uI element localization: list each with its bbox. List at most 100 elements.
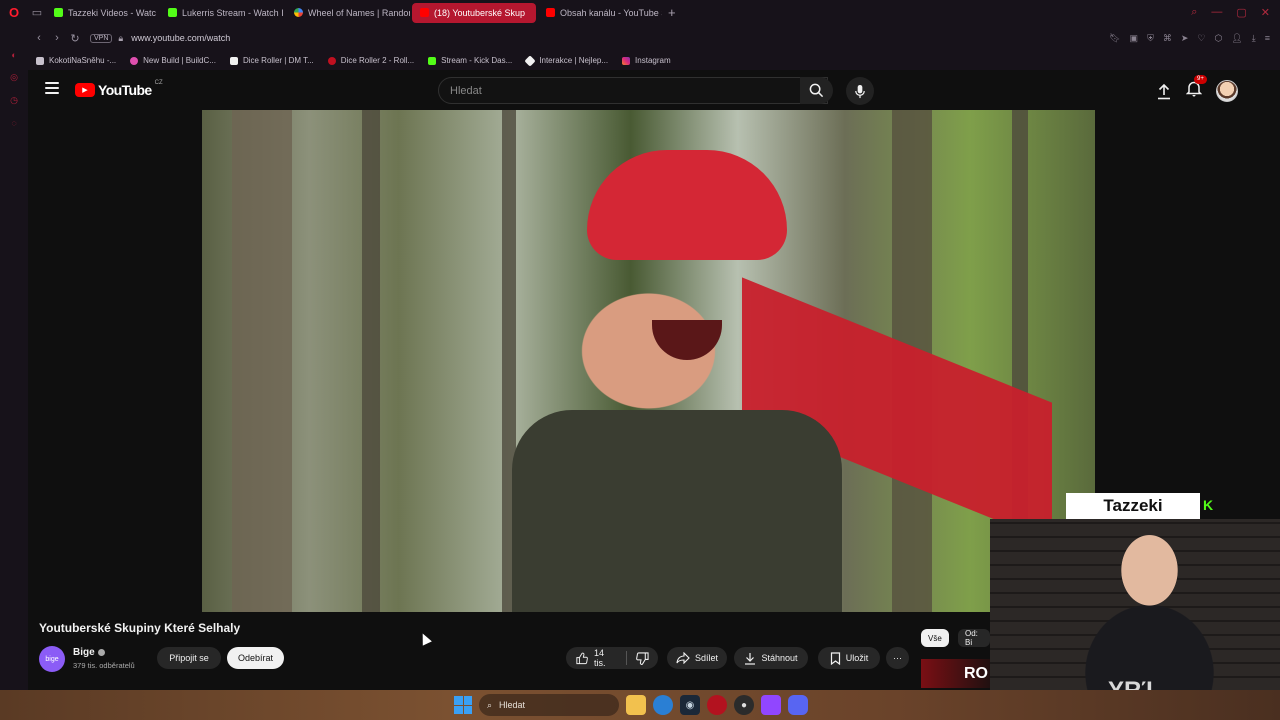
vpn-badge[interactable]: VPN [90,33,113,43]
bookmark-item[interactable]: Instagram [622,56,671,65]
taskbar-search-placeholder: Hledat [499,700,526,710]
translate-icon[interactable]: ⌘ [1163,33,1172,44]
video-title: Youtuberské Skupiny Které Selhaly [39,621,241,635]
youtube-favicon-icon [420,8,429,17]
bookmark-item[interactable]: Stream - Kick Das... [428,56,512,65]
search-input[interactable] [450,84,750,97]
tab-youtube-active[interactable]: (18) Youtuberské Skup [412,2,536,23]
bookmark-item[interactable]: Interakce | Nejlep... [524,54,608,67]
more-actions-button[interactable]: ··· [886,647,909,669]
flow-send-icon[interactable]: ➤ [1181,33,1189,44]
youtube-header: ▶ YouTube CZ 9+ [28,70,1280,110]
recommended-thumbnail[interactable]: RO [921,659,990,688]
search-field[interactable] [438,77,828,104]
history-icon[interactable]: ◷ [10,95,18,106]
channel-name[interactable]: Bige [73,647,105,658]
bookmark-item[interactable]: Dice Roller | DM T... [229,56,314,65]
extensions-icon[interactable]: ⬡ [1214,33,1222,44]
windows-taskbar: ⌕ Hledat ◉ ● [0,690,1280,720]
opera-icon[interactable] [707,695,727,715]
wheel-favicon-icon [294,8,303,17]
search-button[interactable] [800,77,833,104]
url-field[interactable]: www.youtube.com/watch [131,33,230,43]
adblock-shield-icon[interactable]: ⛨ [1147,33,1154,44]
bookmarks-bar: KokotiNaSněhu -... New Build | BuildC...… [28,51,1280,70]
instagram-icon [622,56,631,65]
shirt-print: ΥRΊ [1108,677,1153,690]
account-avatar[interactable] [1216,80,1238,102]
minimize-icon[interactable]: — [1211,6,1222,19]
chip-all[interactable]: Vše [921,629,949,647]
bookmark-label: Stream - Kick Das... [441,56,513,65]
subscribe-button[interactable]: Odebírat [227,647,284,669]
dislike-button[interactable] [627,651,658,665]
thumbs-down-icon [636,651,649,665]
snapshot-icon[interactable]: ▣ [1130,33,1139,44]
bookmark-item[interactable]: Dice Roller 2 - Roll... [327,56,415,65]
address-bar: ‹ › ↻ VPN 🔒︎ www.youtube.com/watch 🔖︎ ▣ … [0,25,1280,51]
like-button[interactable]: 14 tis. [566,648,626,668]
share-label: Sdílet [694,653,718,663]
chip-from-channel[interactable]: Od: Bi [958,629,990,647]
tab-label: Lukerris Stream - Watch I [182,7,284,18]
discord-icon[interactable] [788,695,808,715]
hamburger-menu-icon[interactable] [45,82,59,94]
tab-youtube-studio[interactable]: Obsah kanálu - YouTube S [538,3,662,23]
share-button[interactable]: Sdílet [667,647,727,669]
download-button[interactable]: Stáhnout [734,647,808,669]
channel-avatar[interactable]: bige [39,646,65,672]
search-tabs-icon[interactable]: ⌕ [1191,6,1197,19]
video-frame-tree [362,110,380,612]
heart-icon[interactable]: ♡ [1197,33,1205,44]
maximize-icon[interactable]: ▢ [1236,6,1246,19]
forward-icon[interactable]: › [48,32,66,44]
pinboard-icon[interactable]: ◌ [11,118,16,128]
download-arrow-icon [745,652,756,665]
bookmark-item[interactable]: KokotiNaSněhu -... [36,56,116,65]
microphone-icon [855,84,865,98]
save-bookmark-icon [830,651,840,665]
profile-icon[interactable]: 👤︎ [1231,33,1242,44]
bookmark-favicon-icon [36,56,44,65]
new-tab-button[interactable]: + [668,5,676,20]
obs-icon[interactable]: ● [734,695,754,715]
tab-wheel-of-names[interactable]: Wheel of Names | Random [286,3,410,23]
twitch-icon[interactable] [761,695,781,715]
steam-icon[interactable]: ◉ [680,695,700,715]
back-icon[interactable]: ‹ [30,32,48,44]
download-icon[interactable]: ⤓ [1252,33,1256,44]
bookmark-icon[interactable]: 🔖︎ [1109,33,1120,44]
notifications-button[interactable]: 9+ [1185,75,1207,102]
channel-name-text: Bige [73,647,95,658]
tab-menu-icon[interactable]: ▭ [28,6,46,19]
opera-logo-icon[interactable]: O [0,5,28,20]
tab-lukerris-stream[interactable]: Lukerris Stream - Watch I [160,3,284,23]
close-icon[interactable]: ✕ [1261,6,1270,19]
file-explorer-icon[interactable] [626,695,646,715]
upload-icon[interactable] [1156,83,1172,100]
windows-start-icon[interactable] [454,696,472,714]
join-button[interactable]: Připojit se [157,647,221,669]
bookmark-item[interactable]: New Build | BuildC... [130,56,216,65]
edge-icon[interactable] [653,695,673,715]
taskbar-search[interactable]: ⌕ Hledat [479,694,619,716]
youtube-logo[interactable]: ▶ YouTube CZ [75,80,163,98]
easy-setup-icon[interactable]: ≡ [1265,33,1270,44]
aria-icon[interactable]: ◐ [11,50,16,60]
bookmark-favicon-icon [130,56,139,65]
download-label: Stáhnout [761,653,798,663]
video-frame-jacket [512,410,842,612]
save-button[interactable]: Uložit [818,647,880,669]
bookmark-label: Dice Roller 2 - Roll... [340,56,415,65]
messenger-icon[interactable]: ◎ [10,72,18,83]
voice-search-button[interactable] [846,77,874,105]
tab-tazzeki-videos[interactable]: Tazzeki Videos - Watc [46,3,158,23]
tab-label: Tazzeki Videos - Watc [68,7,157,18]
thumbs-up-icon [576,652,588,664]
reload-icon[interactable]: ↻ [66,32,84,45]
bookmark-label: Instagram [635,56,671,65]
streamer-name-label: Tazzeki [1066,493,1200,519]
video-player[interactable] [202,110,1095,612]
search-icon [809,83,824,98]
kick-favicon-icon [168,8,177,17]
